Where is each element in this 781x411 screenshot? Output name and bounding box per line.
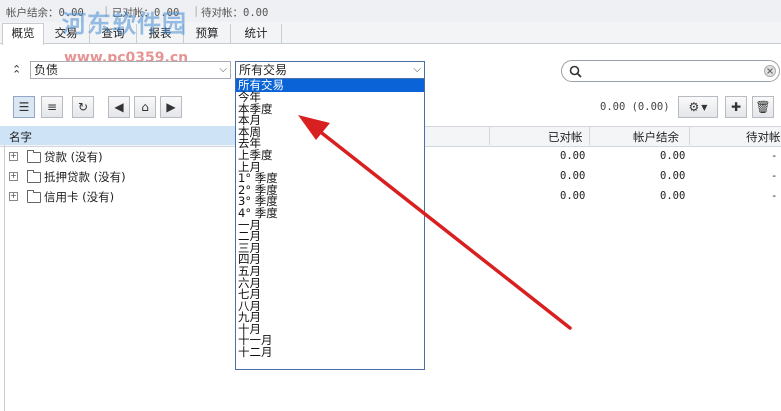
annotation-arrow-icon: [298, 115, 572, 330]
